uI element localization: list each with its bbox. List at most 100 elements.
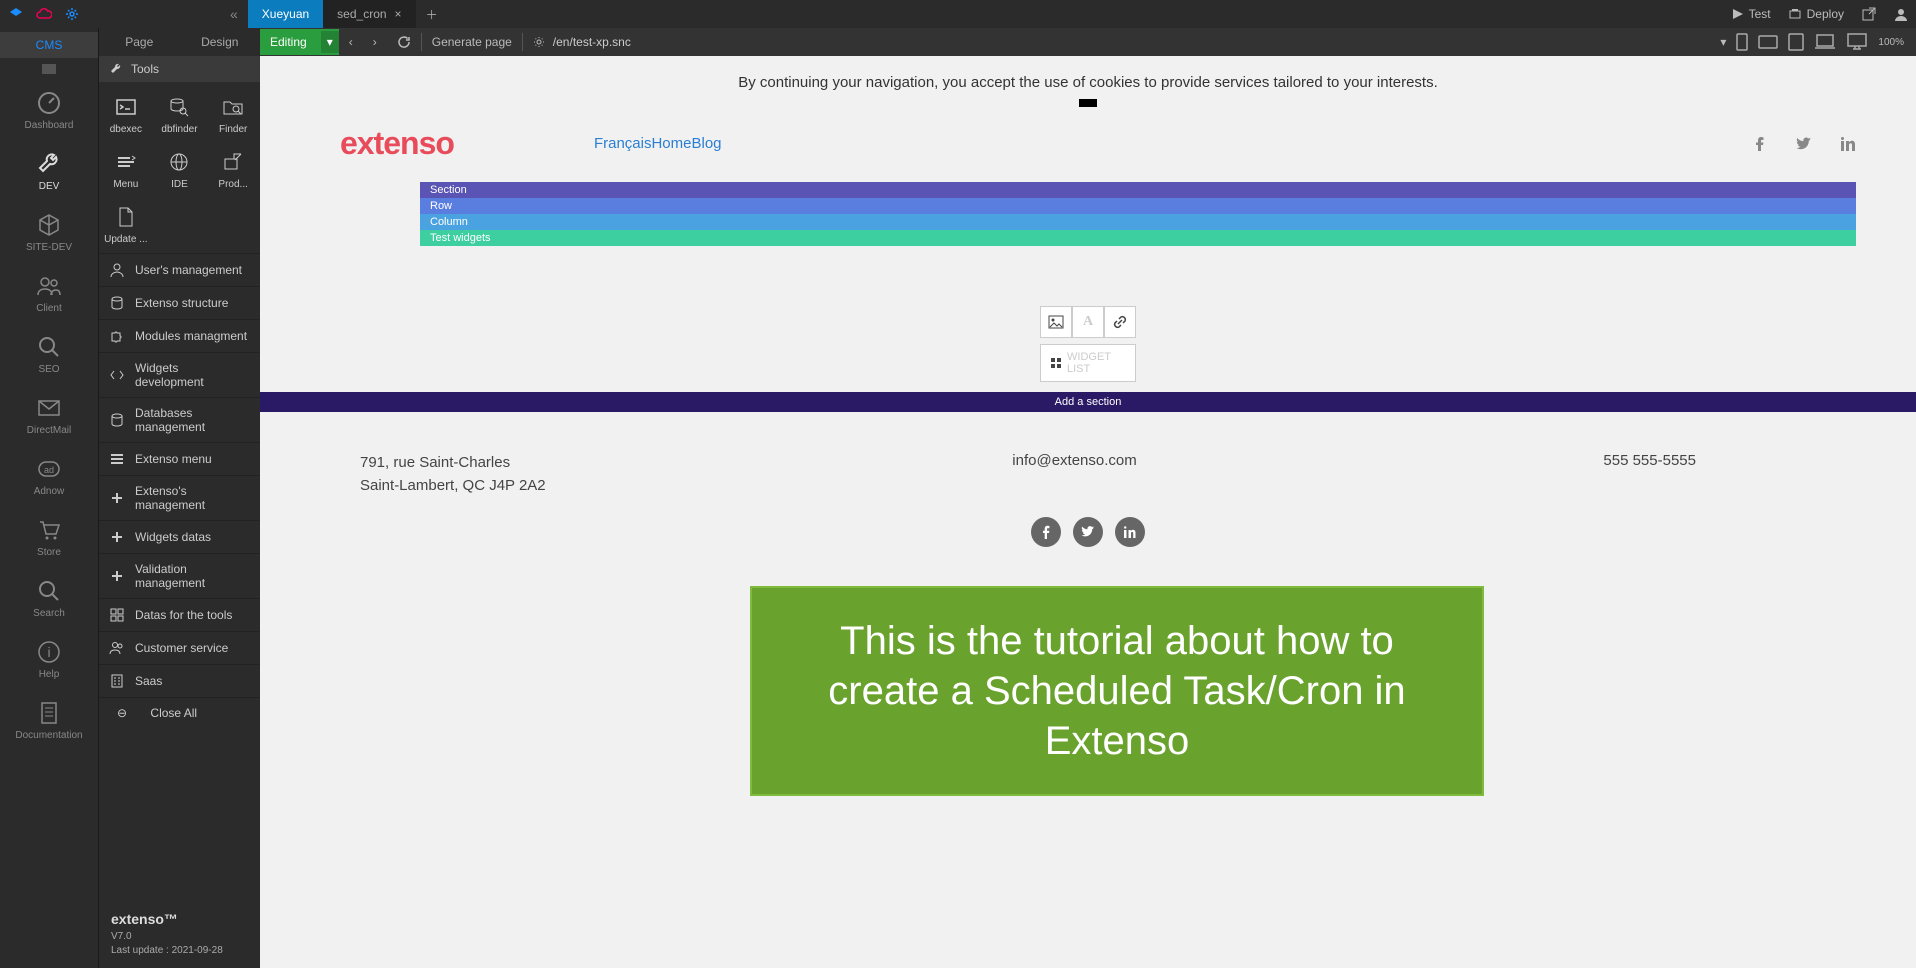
footer-linkedin-icon[interactable] bbox=[1115, 517, 1145, 547]
svg-text:ad: ad bbox=[44, 465, 54, 475]
menu-modules-managment[interactable]: Modules managment bbox=[99, 319, 260, 352]
rail-store[interactable]: Store bbox=[0, 507, 98, 568]
menu-label: Databases management bbox=[135, 406, 250, 434]
nav-lang[interactable]: Français bbox=[594, 135, 652, 152]
brand-version: V7.0 bbox=[111, 930, 248, 944]
hamburger-left-icon[interactable]: « bbox=[230, 6, 238, 22]
menu-validation-management[interactable]: Validation management bbox=[99, 553, 260, 598]
external-icon[interactable] bbox=[1862, 7, 1876, 21]
tool-dbfinder[interactable]: dbfinder bbox=[153, 88, 207, 143]
gear-icon[interactable] bbox=[64, 6, 80, 22]
bar-column[interactable]: Column bbox=[420, 214, 1856, 230]
facebook-icon[interactable] bbox=[1752, 136, 1768, 152]
test-button[interactable]: Test bbox=[1733, 7, 1771, 21]
menu-users-management[interactable]: User's management bbox=[99, 253, 260, 286]
brand-name: extenso™ bbox=[111, 910, 248, 930]
dropdown-icon[interactable]: ▾ bbox=[1720, 35, 1726, 49]
cloud-warning-icon[interactable] bbox=[36, 6, 52, 22]
rail-adnow[interactable]: adAdnow bbox=[0, 446, 98, 507]
tool-label: IDE bbox=[171, 179, 188, 190]
bar-section[interactable]: Section bbox=[420, 182, 1856, 198]
menu-saas[interactable]: Saas bbox=[99, 664, 260, 697]
menu-label: Extenso's management bbox=[135, 484, 250, 512]
footer-twitter-icon[interactable] bbox=[1073, 517, 1103, 547]
cms-tab[interactable]: CMS bbox=[0, 32, 98, 58]
tab-xueyuan[interactable]: Xueyuan bbox=[248, 0, 323, 29]
rail-site-dev[interactable]: SITE-DEV bbox=[0, 202, 98, 263]
device-laptop-icon[interactable] bbox=[1814, 34, 1836, 50]
bar-row[interactable]: Row bbox=[420, 198, 1856, 214]
nav-blog[interactable]: Blog bbox=[691, 135, 721, 152]
editing-button[interactable]: Editing▾ bbox=[260, 29, 339, 55]
addr-line2: Saint-Lambert, QC J4P 2A2 bbox=[360, 475, 546, 498]
db-search-icon bbox=[168, 96, 190, 118]
rail-search[interactable]: Search bbox=[0, 568, 98, 629]
rail-label: Documentation bbox=[15, 730, 82, 741]
user-icon[interactable] bbox=[1894, 7, 1908, 21]
menu-widgets-development[interactable]: Widgets development bbox=[99, 352, 260, 397]
tool-finder[interactable]: Finder bbox=[206, 88, 260, 143]
device-desktop-icon[interactable] bbox=[1846, 33, 1868, 51]
menu-label: Close All bbox=[150, 706, 197, 720]
menu-extenso-structure[interactable]: Extenso structure bbox=[99, 286, 260, 319]
tools-grid: dbexec dbfinder Finder Menu IDE Prod... … bbox=[99, 82, 260, 253]
bar-test-widgets[interactable]: Test widgets bbox=[420, 230, 1856, 246]
tool-prod[interactable]: Prod... bbox=[206, 143, 260, 198]
site-logo[interactable]: extenso bbox=[340, 125, 454, 162]
menu-customer-service[interactable]: Customer service bbox=[99, 631, 260, 664]
add-section-button[interactable]: Add a section bbox=[260, 392, 1916, 412]
subtab-design[interactable]: Design bbox=[180, 29, 261, 55]
menu-extensos-management[interactable]: Extenso's management bbox=[99, 475, 260, 520]
toolbar-right: ▾ 100% bbox=[1720, 33, 1916, 51]
widget-text-button[interactable]: A bbox=[1072, 306, 1104, 338]
widget-list-button[interactable]: WIDGET LIST bbox=[1040, 344, 1136, 382]
rail-dashboard[interactable]: Dashboard bbox=[0, 80, 98, 141]
app-logo-icon[interactable] bbox=[8, 6, 24, 22]
menu-label: Extenso menu bbox=[135, 452, 212, 466]
tab-sed-cron[interactable]: sed_cron× bbox=[323, 0, 415, 29]
rail-documentation[interactable]: Documentation bbox=[0, 690, 98, 751]
menu-extenso-menu[interactable]: Extenso menu bbox=[99, 442, 260, 475]
nav-forward-button[interactable]: › bbox=[363, 35, 387, 49]
widget-link-button[interactable] bbox=[1104, 306, 1136, 338]
rail-help[interactable]: iHelp bbox=[0, 629, 98, 690]
chevron-down-icon[interactable]: ▾ bbox=[321, 31, 339, 53]
linkedin-icon[interactable] bbox=[1840, 136, 1856, 152]
menu-close-all[interactable]: ⊖ Close All bbox=[99, 697, 260, 728]
close-icon[interactable]: × bbox=[395, 7, 402, 21]
rail-client[interactable]: Client bbox=[0, 263, 98, 324]
deploy-button[interactable]: Deploy bbox=[1789, 7, 1844, 21]
rail-dash-icon[interactable] bbox=[0, 58, 98, 80]
twitter-icon[interactable] bbox=[1796, 136, 1812, 152]
rail-seo[interactable]: SEO bbox=[0, 324, 98, 385]
zoom-label[interactable]: 100% bbox=[1878, 37, 1904, 48]
new-tab-button[interactable]: ＋ bbox=[416, 0, 448, 29]
rail-directmail[interactable]: DirectMail bbox=[0, 385, 98, 446]
generate-page-button[interactable]: Generate page bbox=[422, 35, 522, 49]
tool-ide[interactable]: IDE bbox=[153, 143, 207, 198]
gauge-icon bbox=[36, 90, 62, 116]
tool-menu[interactable]: Menu bbox=[99, 143, 153, 198]
menu-label: Widgets development bbox=[135, 361, 250, 389]
nav-home[interactable]: Home bbox=[651, 135, 691, 152]
rail-dev[interactable]: DEV bbox=[0, 141, 98, 202]
footer-facebook-icon[interactable] bbox=[1031, 517, 1061, 547]
menu-datas-for-tools[interactable]: Datas for the tools bbox=[99, 598, 260, 631]
db-icon bbox=[109, 295, 125, 311]
menu-databases-management[interactable]: Databases management bbox=[99, 397, 260, 442]
footer-email[interactable]: info@extenso.com bbox=[1012, 452, 1136, 497]
device-tablet-icon[interactable] bbox=[1788, 33, 1804, 51]
tool-dbexec[interactable]: dbexec bbox=[99, 88, 153, 143]
menu-widgets-datas[interactable]: Widgets datas bbox=[99, 520, 260, 553]
path-value[interactable]: /en/test-xp.snc bbox=[553, 35, 631, 49]
refresh-button[interactable] bbox=[387, 35, 421, 49]
widget-image-button[interactable] bbox=[1040, 306, 1072, 338]
nav-back-button[interactable]: ‹ bbox=[339, 35, 363, 49]
device-tablet-landscape-icon[interactable] bbox=[1758, 35, 1778, 49]
device-mobile-icon[interactable] bbox=[1736, 33, 1748, 51]
tool-update[interactable]: Update ... bbox=[99, 198, 153, 253]
subtab-page[interactable]: Page bbox=[99, 29, 180, 55]
gear-icon[interactable] bbox=[533, 36, 545, 48]
menu-label: Customer service bbox=[135, 641, 228, 655]
menu-toggle-icon[interactable] bbox=[1079, 99, 1097, 107]
